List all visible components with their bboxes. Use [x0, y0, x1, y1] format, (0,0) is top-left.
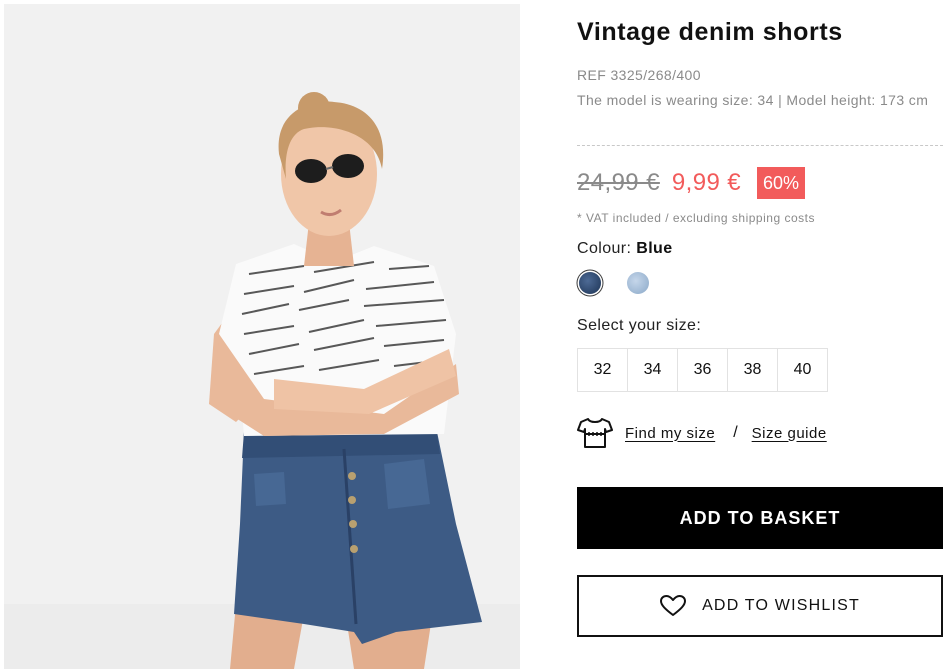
sale-price: 9,99 €: [671, 169, 742, 196]
size-guide-link[interactable]: Size guide: [752, 425, 827, 442]
product-photo: [4, 4, 520, 669]
add-to-wishlist-button[interactable]: ADD TO WISHLIST: [577, 575, 943, 637]
colour-swatches: [577, 272, 649, 294]
product-image[interactable]: [4, 4, 520, 669]
size-option-32[interactable]: 32: [577, 348, 628, 392]
colour-selection-label: Colour: Blue: [577, 240, 673, 258]
find-my-size-link[interactable]: Find my size: [625, 425, 715, 442]
model-size-info: The model is wearing size: 34 | Model he…: [577, 92, 929, 108]
add-to-basket-button[interactable]: ADD TO BASKET: [577, 487, 943, 549]
link-separator: /: [733, 424, 738, 441]
swatch-dark-blue[interactable]: [579, 272, 601, 294]
product-info-panel: Vintage denim shorts REF 3325/268/400 Th…: [577, 0, 943, 669]
price-row: 24,99 € 9,99 € 60%: [577, 166, 806, 200]
swatch-light-blue[interactable]: [627, 272, 649, 294]
size-label: Select your size:: [577, 317, 702, 334]
size-option-40[interactable]: 40: [777, 348, 828, 392]
original-price: 24,99 €: [577, 169, 660, 196]
colour-value: Blue: [636, 240, 673, 257]
divider: [577, 145, 943, 146]
tshirt-icon: [577, 418, 613, 448]
size-help-row: Find my size / Size guide: [577, 417, 827, 449]
size-option-36[interactable]: 36: [677, 348, 728, 392]
add-to-basket-label: ADD TO BASKET: [679, 507, 841, 528]
size-option-38[interactable]: 38: [727, 348, 778, 392]
vat-note: * VAT included / excluding shipping cost…: [577, 211, 815, 225]
add-to-wishlist-label: ADD TO WISHLIST: [702, 597, 860, 614]
product-reference: REF 3325/268/400: [577, 67, 701, 83]
discount-badge: 60%: [757, 167, 806, 199]
colour-label: Colour:: [577, 240, 632, 257]
size-option-34[interactable]: 34: [627, 348, 678, 392]
size-selector: 32 34 36 38 40: [577, 348, 828, 392]
heart-icon: [660, 595, 687, 616]
product-title: Vintage denim shorts: [577, 18, 843, 46]
